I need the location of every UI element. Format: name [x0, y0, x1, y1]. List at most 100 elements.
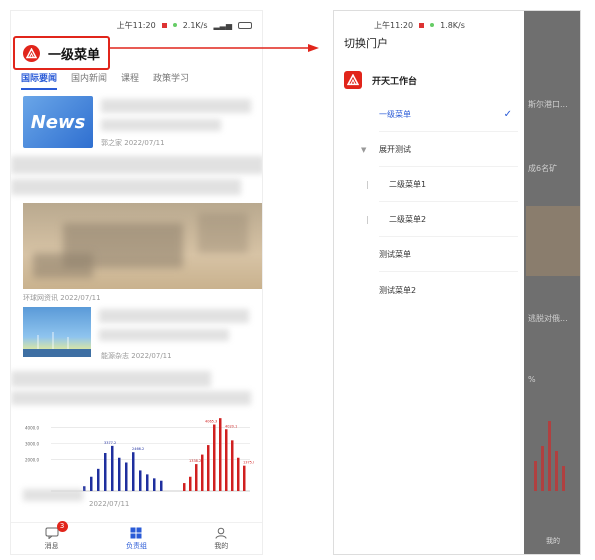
portal-group[interactable]: 开天工作台	[344, 71, 417, 89]
tab-international[interactable]: 国际要闻	[21, 71, 58, 90]
chart-bar	[111, 445, 114, 491]
menu-item-expand[interactable]: ▼ 展开测试	[361, 133, 518, 167]
menu-item-level1[interactable]: 一级菜单 ✓	[379, 98, 518, 132]
article-title-blurred[interactable]	[11, 371, 211, 387]
tab-policy[interactable]: 政策学习	[153, 71, 189, 90]
chart-tick-label: 3000.0	[25, 442, 39, 447]
chart-data-label: 2466.2	[132, 447, 144, 451]
network-speed: 1.8K/s	[440, 20, 465, 30]
article-title-blurred[interactable]	[99, 309, 249, 323]
chart-tick-label: 4000.0	[25, 426, 39, 431]
nav-label: 消息	[44, 541, 59, 550]
chart-bar	[90, 476, 93, 491]
status-time: 上午11:20	[374, 20, 414, 30]
tree-line-icon	[367, 180, 368, 189]
chart-data-label: 1338.2	[189, 459, 201, 463]
composite-screenshot: 上午11:20 2.1K/s ▂▃▅ 一级菜单 国际要闻 国内新闻 课程 政策学…	[0, 0, 595, 560]
menu-item-label: 测试菜单	[379, 250, 411, 259]
status-bar: 上午11:20 2.1K/s ▂▃▅	[11, 11, 262, 39]
nav-profile[interactable]: 我的	[214, 527, 228, 551]
submenu-item[interactable]: 二级菜单1	[367, 168, 518, 202]
chart-bar	[139, 470, 142, 491]
chart-bar	[104, 453, 107, 491]
background-text: 逃脱对俄...	[528, 314, 568, 323]
status-time: 上午11:20	[116, 20, 156, 30]
news-tabs: 国际要闻 国内新闻 课程 政策学习	[21, 71, 262, 90]
chart-bar	[125, 462, 128, 491]
chart-bar	[201, 454, 204, 491]
chart-tick-label: 2000.0	[25, 457, 39, 462]
portal-group-label: 开天工作台	[372, 76, 418, 87]
grid-icon	[130, 527, 142, 538]
chart-bar	[243, 465, 246, 491]
chart-bar	[189, 476, 192, 491]
transition-arrow-icon	[100, 44, 319, 52]
dimmed-background[interactable]: 斯尔港口... 成6名矿 逃脱对俄... % 我的	[524, 11, 580, 554]
menu-item-label: 二级菜单2	[389, 215, 427, 224]
background-text: 斯尔港口...	[528, 100, 568, 109]
chart-bar	[146, 474, 149, 491]
chart-bar	[237, 457, 240, 491]
menu-item-label: 测试菜单2	[379, 285, 417, 295]
tab-courses[interactable]: 课程	[121, 71, 139, 90]
background-nav-label: 我的	[546, 537, 560, 545]
background-text: %	[528, 375, 536, 384]
chart-bar	[183, 483, 186, 491]
notification-icon	[419, 22, 425, 28]
article-date: 2022/07/11	[89, 500, 130, 508]
chart-bar	[195, 464, 198, 491]
chart-bar	[160, 480, 163, 491]
article-title-blurred[interactable]	[11, 156, 262, 174]
article-photo[interactable]	[23, 307, 91, 357]
menu-item-label: 一级菜单	[379, 110, 411, 119]
bottom-nav: 3 消息 负责组 我的	[11, 520, 262, 554]
submenu-item[interactable]: 二级菜单2	[367, 203, 518, 237]
chart-bar	[97, 468, 100, 491]
article-photo[interactable]	[23, 203, 262, 289]
menu-item-label: 展开测试	[379, 145, 411, 154]
background-chart	[534, 421, 565, 491]
chart-bar	[132, 452, 135, 491]
article-title-blurred[interactable]	[101, 99, 251, 113]
article-meta: 能源杂志 2022/07/11	[101, 352, 172, 360]
app-logo-icon	[23, 44, 40, 62]
chart-bar	[118, 457, 121, 491]
background-photo	[526, 206, 580, 276]
chart-bar	[207, 445, 210, 491]
article-thumbnail[interactable]: News	[23, 96, 93, 148]
portal-title: 一级菜单	[48, 47, 101, 63]
menu-item[interactable]: 测试菜单	[379, 238, 518, 272]
chart-bar	[231, 440, 234, 491]
nav-workspace[interactable]: 负责组	[126, 527, 147, 551]
chevron-down-icon: ▼	[361, 145, 367, 154]
menu-item[interactable]: 测试菜单2	[379, 273, 518, 307]
unread-badge: 3	[56, 520, 68, 532]
article-meta: 郭之家 2022/07/11	[101, 139, 165, 147]
chart-bar	[153, 478, 156, 491]
article-title-blurred	[99, 329, 229, 341]
article-title-blurred	[11, 179, 241, 195]
portal-drawer-screen: 斯尔港口... 成6名矿 逃脱对俄... % 我的 上午11:20 1.8K/s…	[333, 10, 581, 555]
nav-label: 负责组	[125, 541, 147, 550]
signal-icon: ▂▃▅	[213, 20, 232, 30]
nav-messages[interactable]: 3 消息	[44, 520, 68, 551]
chart-data-label: 3377.2	[104, 441, 116, 445]
check-icon: ✓	[503, 109, 512, 120]
portal-switcher[interactable]: 一级菜单	[13, 36, 110, 70]
article-title-blurred	[11, 391, 251, 405]
menu-item-label: 二级菜单1	[389, 180, 427, 189]
background-text: 成6名矿	[528, 164, 558, 173]
portal-drawer: 上午11:20 1.8K/s 切换门户 开天工作台 一级菜单 ✓ ▼ 展开测试	[334, 11, 524, 554]
thumbnail-text: News	[30, 111, 86, 133]
chart-data-label: 4065.3	[205, 420, 217, 424]
network-speed: 2.1K/s	[182, 20, 208, 30]
home-screen: 上午11:20 2.1K/s ▂▃▅ 一级菜单 国际要闻 国内新闻 课程 政策学…	[10, 10, 263, 555]
article-source-blurred	[23, 489, 83, 501]
article-title-blurred	[101, 119, 221, 131]
battery-icon	[238, 21, 252, 29]
app-logo-icon	[344, 71, 362, 89]
chart-bar	[213, 424, 216, 491]
tab-domestic[interactable]: 国内新闻	[71, 71, 107, 90]
article-meta: 环球网资讯 2022/07/11	[23, 294, 101, 302]
notification-dot-icon	[430, 23, 435, 27]
